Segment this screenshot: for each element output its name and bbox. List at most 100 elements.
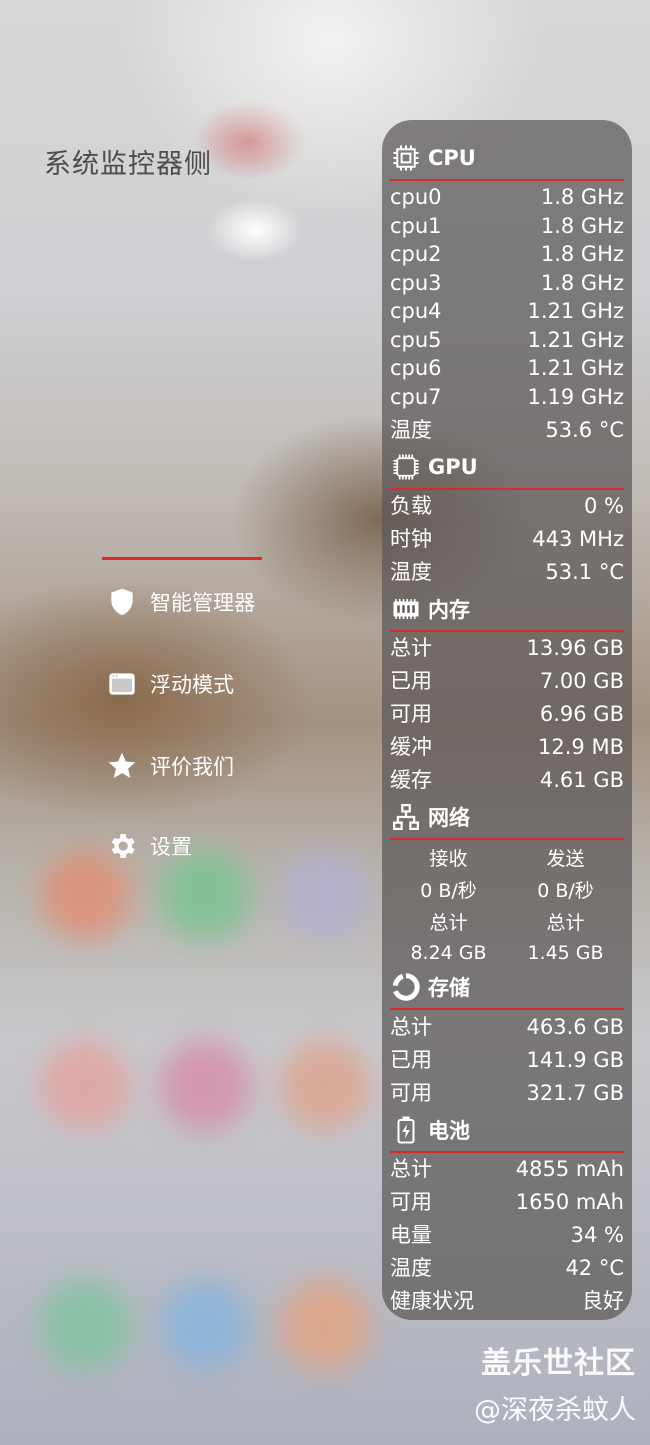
memory-icon (390, 593, 422, 625)
cpu-row: cpu1 1.8 GHz (390, 212, 624, 240)
row-value: 1.8 GHz (540, 242, 624, 266)
row-value: 443 MHz (532, 527, 624, 551)
row-value: 1.19 GHz (527, 385, 624, 409)
menu-item-rate-us[interactable]: 评价我们 (104, 746, 234, 786)
row-value: 1650 mAh (515, 1190, 624, 1214)
cpu-row: cpu6 1.21 GHz (390, 354, 624, 382)
memory-row: 总计 13.96 GB (390, 634, 624, 662)
network-send-label: 发送 (546, 847, 585, 870)
battery-section-divider (390, 1151, 624, 1153)
gpu-row: 温度 53.1 °C (390, 558, 624, 586)
network-send-total-label: 总计 (546, 911, 585, 934)
cpu-section-title: CPU (428, 146, 476, 170)
storage-section-title: 存储 (428, 976, 470, 1000)
cpu-section-header: CPU (390, 141, 476, 175)
row-label: 可用 (390, 1190, 432, 1214)
row-label: 可用 (390, 702, 432, 726)
blurred-app-blob (160, 1280, 250, 1370)
row-label: cpu4 (390, 299, 442, 323)
menu-item-label: 设置 (150, 835, 192, 859)
blurred-app-blob (280, 1040, 370, 1130)
memory-row: 缓存 4.61 GB (390, 766, 624, 794)
row-label: 健康状况 (390, 1289, 474, 1313)
memory-section-divider (390, 630, 624, 632)
row-value: 4855 mAh (515, 1157, 624, 1181)
battery-row: 总计 4855 mAh (390, 1155, 624, 1183)
row-label: 已用 (390, 1048, 432, 1072)
cpu-chip-icon (390, 142, 422, 174)
memory-section-title: 内存 (428, 598, 470, 622)
storage-row: 可用 321.7 GB (390, 1079, 624, 1107)
row-value: 1.21 GHz (527, 356, 624, 380)
blurred-app-blob (280, 850, 370, 940)
row-value: 4.61 GB (539, 768, 624, 792)
row-label: 总计 (390, 636, 432, 660)
row-label: 总计 (390, 1157, 432, 1181)
battery-row: 温度 42 °C (390, 1254, 624, 1282)
row-value: 463.6 GB (526, 1015, 624, 1039)
network-receive-rate: 0 B/秒 (420, 879, 477, 902)
menu-item-floating-mode[interactable]: 浮动模式 (104, 664, 234, 704)
network-section-divider (390, 838, 624, 840)
row-label: cpu3 (390, 271, 442, 295)
row-label: 电量 (390, 1223, 432, 1247)
row-label: 温度 (390, 560, 432, 584)
battery-charging-icon (390, 1114, 422, 1146)
row-label: cpu7 (390, 385, 442, 409)
blurred-app-blob (40, 1280, 130, 1370)
row-label: 时钟 (390, 527, 432, 551)
menu-item-settings[interactable]: 设置 (104, 826, 192, 866)
menu-item-label: 智能管理器 (150, 591, 255, 615)
network-send-rate: 0 B/秒 (537, 879, 594, 902)
storage-row: 总计 463.6 GB (390, 1013, 624, 1041)
storage-section-header: 存储 (390, 970, 470, 1004)
network-receive-total-label: 总计 (429, 911, 468, 934)
drawer-title: 系统监控器侧 (44, 149, 212, 180)
network-receive-total: 8.24 GB (410, 942, 487, 964)
menu-item-smart-manager[interactable]: 智能管理器 (104, 582, 255, 622)
gpu-row: 时钟 443 MHz (390, 525, 624, 553)
row-value: 42 °C (565, 1256, 624, 1280)
network-section-title: 网络 (428, 806, 470, 830)
battery-row: 可用 1650 mAh (390, 1188, 624, 1216)
row-value: 141.9 GB (526, 1048, 624, 1072)
row-value: 1.21 GHz (527, 299, 624, 323)
row-label: cpu5 (390, 328, 442, 352)
window-icon (104, 666, 140, 702)
row-value: 7.00 GB (539, 669, 624, 693)
gpu-section-title: GPU (428, 455, 478, 479)
blurred-app-blob (280, 1280, 370, 1370)
row-label: 负载 (390, 494, 432, 518)
cpu-row: cpu2 1.8 GHz (390, 240, 624, 268)
battery-section-header: 电池 (390, 1113, 470, 1147)
memory-section-header: 内存 (390, 592, 470, 626)
network-section-header: 网络 (390, 800, 470, 834)
row-label: cpu0 (390, 185, 442, 209)
network-stats-grid: 接收 发送 0 B/秒 0 B/秒 总计 总计 8.24 GB 1.45 GB (390, 841, 624, 969)
storage-ring-icon (390, 971, 422, 1003)
row-value: 6.96 GB (539, 702, 624, 726)
cpu-section-divider (390, 179, 624, 181)
row-value: 321.7 GB (526, 1081, 624, 1105)
row-value: 12.9 MB (538, 735, 624, 759)
battery-section-title: 电池 (428, 1119, 470, 1143)
shield-icon (104, 584, 140, 620)
system-monitor-panel[interactable]: CPU cpu0 1.8 GHz cpu1 1.8 GHz cpu2 1.8 GHz … (382, 120, 632, 1320)
row-value: 13.96 GB (526, 636, 624, 660)
cpu-row: cpu7 1.19 GHz (390, 383, 624, 411)
cpu-row: cpu4 1.21 GHz (390, 297, 624, 325)
battery-row: 电量 34 % (390, 1221, 624, 1249)
row-value: 1.21 GHz (527, 328, 624, 352)
row-value: 1.8 GHz (540, 185, 624, 209)
row-value: 53.1 °C (545, 560, 624, 584)
battery-row: 健康状况 良好 (390, 1287, 624, 1315)
row-label: cpu2 (390, 242, 442, 266)
row-value: 良好 (582, 1289, 624, 1313)
gpu-section-divider (390, 488, 624, 490)
cpu-row: cpu3 1.8 GHz (390, 269, 624, 297)
row-value: 53.6 °C (545, 418, 624, 442)
gear-icon (104, 828, 140, 864)
memory-row: 可用 6.96 GB (390, 700, 624, 728)
row-label: 缓冲 (390, 735, 432, 759)
row-label: 已用 (390, 669, 432, 693)
